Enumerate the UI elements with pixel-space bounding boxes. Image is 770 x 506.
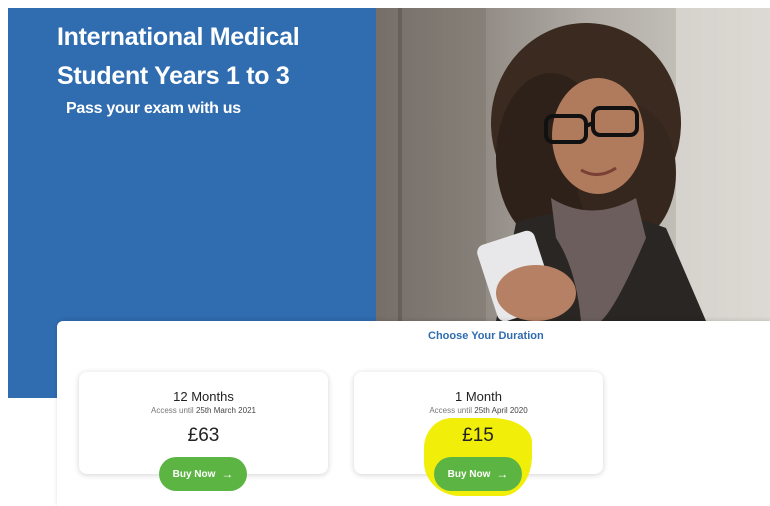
plan-access: Access until 25th April 2020 xyxy=(429,406,528,415)
arrow-right-icon: → xyxy=(496,467,509,481)
buy-now-button-1-month[interactable]: Buy Now → xyxy=(434,457,522,491)
page-title: International Medical Student Years 1 to… xyxy=(57,23,300,90)
buy-now-button-12-months[interactable]: Buy Now → xyxy=(159,457,247,491)
plan-price: £63 xyxy=(187,425,220,446)
hero-photo xyxy=(376,8,770,321)
plan-name: 1 Month xyxy=(455,389,502,404)
plan-name: 12 Months xyxy=(173,389,234,404)
arrow-right-icon: → xyxy=(221,467,234,481)
plan-price: £15 xyxy=(462,425,494,446)
duration-heading: Choose Your Duration xyxy=(428,330,544,342)
hero-subtitle: Pass your exam with us xyxy=(66,100,241,117)
plan-access: Access until 25th March 2021 xyxy=(151,406,256,415)
